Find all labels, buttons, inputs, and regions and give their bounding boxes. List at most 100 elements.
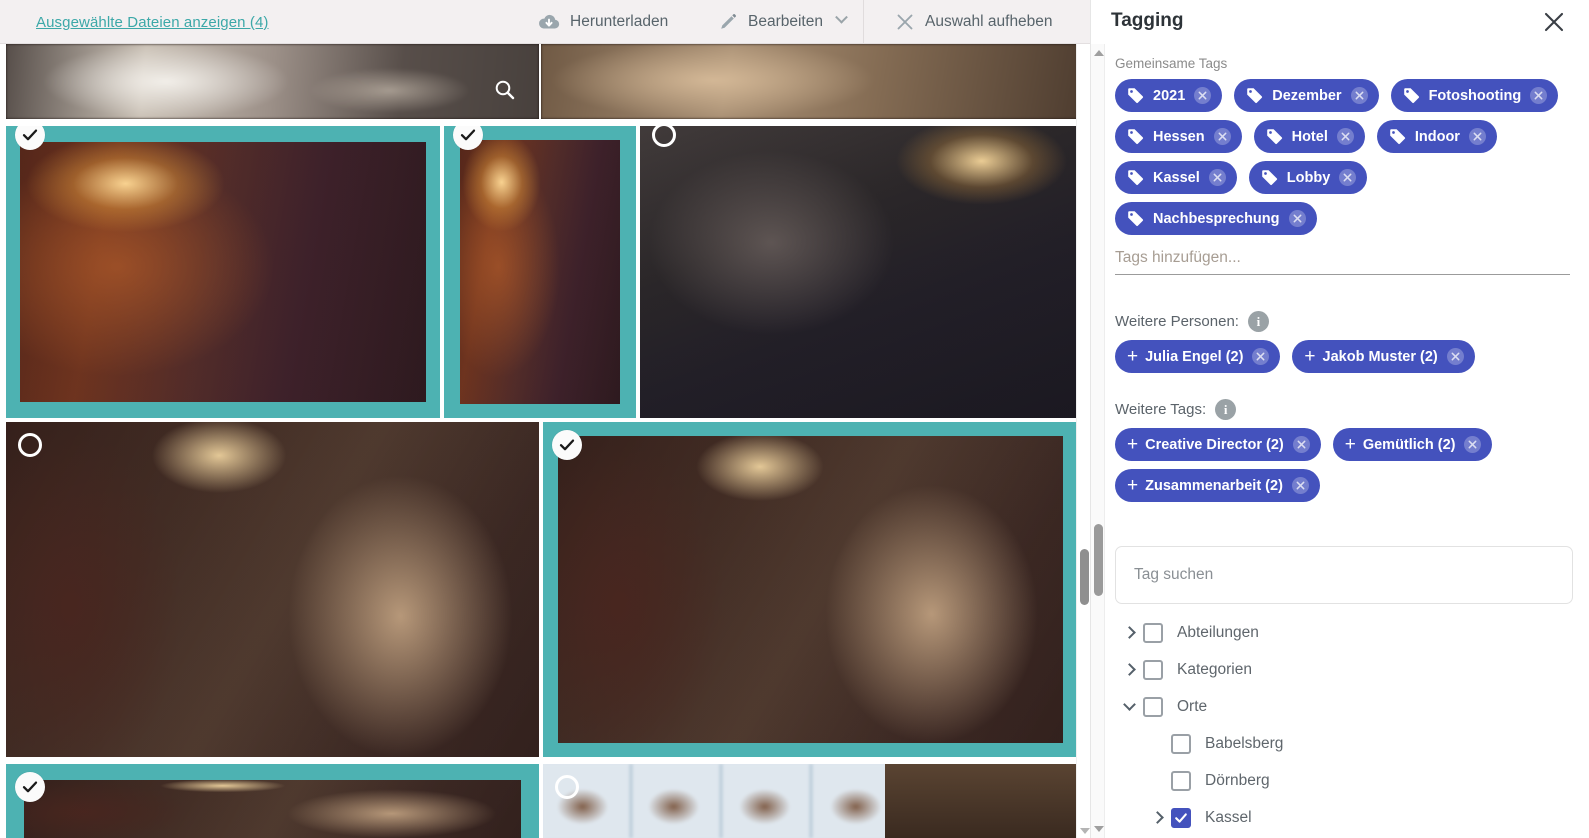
tree-node[interactable]: Abteilungen [1115,614,1570,651]
tree-checkbox-unchecked[interactable] [1143,622,1163,643]
tag-pill[interactable]: Dezember [1234,79,1379,112]
grid-item-selected[interactable] [444,126,636,418]
close-panel-button[interactable] [1539,7,1569,37]
tag-pill[interactable]: Lobby [1248,161,1368,194]
chevron-down-icon[interactable] [1115,698,1143,713]
download-button[interactable]: Herunterladen [520,0,686,43]
suggested-tag-pill[interactable]: + Creative Director (2) [1115,428,1321,461]
remove-x-icon[interactable] [1292,436,1310,453]
circle-outline-icon [652,126,676,147]
chevron-right-icon[interactable] [1115,626,1143,639]
remove-x-icon[interactable] [1468,128,1486,145]
remove-x-icon[interactable] [1288,210,1306,227]
grid-scrollbar-thumb[interactable] [1080,549,1089,605]
tree-node[interactable]: Babelsberg [1115,725,1570,762]
tag-label: 2021 [1153,87,1186,104]
grid-item[interactable] [6,422,539,757]
selection-checkbox-checked[interactable] [552,430,582,460]
tag-pill[interactable]: Nachbesprechung [1115,202,1317,235]
remove-x-icon[interactable] [1336,128,1354,145]
remove-x-icon[interactable] [1530,87,1548,104]
edit-label: Bearbeiten [748,12,823,30]
magnifier-icon[interactable] [493,78,517,107]
remove-x-icon[interactable] [1252,348,1270,365]
cloud-download-icon [538,13,560,31]
panel-scrollbar-thumb[interactable] [1094,524,1103,596]
suggested-tag-pill[interactable]: + Jakob Muster (2) [1292,340,1475,373]
selection-toolbar: Ausgewählte Dateien anzeigen (4) Herunte… [0,0,1090,44]
tag-tree: Abteilungen Kategorien Orte Babelsberg Dörnb… [1115,614,1570,836]
remove-x-icon[interactable] [1194,87,1212,104]
tag-label: Hessen [1153,128,1205,145]
remove-x-icon[interactable] [1350,87,1368,104]
grid-item[interactable] [640,126,1076,418]
deselect-label: Auswahl aufheben [925,12,1053,30]
add-tags-input[interactable]: Tags hinzufügen... [1115,249,1570,275]
grid-item-selected[interactable] [543,422,1076,757]
tagging-app: Ausgewählte Dateien anzeigen (4) Herunte… [0,0,1589,838]
chevron-right-icon[interactable] [1115,663,1143,676]
panel-content: Gemeinsame Tags 2021 Dezember Fotoshooting… [1107,44,1589,838]
tree-node[interactable]: Orte [1115,688,1570,725]
grid-item-selected[interactable] [6,764,539,838]
info-icon[interactable]: i [1247,311,1269,332]
remove-x-icon[interactable] [1291,477,1309,494]
chevron-down-icon[interactable] [835,10,848,24]
grid-item-selected[interactable] [6,126,440,418]
tag-pill[interactable]: Hotel [1253,120,1365,153]
scroll-up-arrow-icon[interactable] [1094,50,1104,56]
panel-scrollbar[interactable] [1091,44,1105,838]
thumbnail-image [20,142,426,402]
grid-item[interactable] [543,764,1076,838]
remove-x-icon[interactable] [1446,348,1464,365]
suggested-tag-pill[interactable]: + Gemütlich (2) [1332,428,1493,461]
scroll-down-arrow-icon[interactable] [1094,826,1104,832]
circle-outline-icon [18,433,42,457]
thumbnail-image [6,422,539,757]
grid-scrollbar[interactable] [1076,44,1090,838]
suggested-tag-pill[interactable]: + Zusammenarbeit (2) [1115,469,1320,502]
tree-checkbox-unchecked[interactable] [1171,733,1191,754]
tag-icon [1127,169,1144,186]
tree-checkbox-checked[interactable] [1171,807,1191,828]
grid-item[interactable] [6,44,539,119]
tag-pill[interactable]: 2021 [1115,79,1223,112]
panel-title: Tagging [1111,10,1184,31]
circle-outline-icon [555,775,579,799]
remove-x-icon[interactable] [1464,436,1482,453]
edit-button[interactable]: Bearbeiten [700,0,864,43]
tag-pill[interactable]: Indoor [1376,120,1497,153]
tag-icon [1261,169,1278,186]
thumbnail-image [460,140,620,404]
tree-node[interactable]: Kassel [1115,799,1570,836]
tree-checkbox-unchecked[interactable] [1143,696,1163,717]
selection-checkbox-checked[interactable] [15,772,45,802]
remove-x-icon[interactable] [1208,169,1226,186]
tag-pill[interactable]: Kassel [1115,161,1237,194]
image-grid[interactable] [0,44,1076,838]
tag-label: Julia Engel (2) [1145,348,1244,365]
info-icon[interactable]: i [1215,399,1237,420]
remove-x-icon[interactable] [1213,128,1231,145]
selection-checkbox-unchecked[interactable] [552,772,582,802]
tag-search-input[interactable]: Tag suchen [1115,546,1573,604]
tag-pill[interactable]: Fotoshooting [1390,79,1559,112]
tag-label: Dezember [1272,87,1342,104]
tag-pill[interactable]: Hessen [1115,120,1242,153]
deselect-button[interactable]: Auswahl aufheben [877,0,1071,43]
tree-node-label: Kassel [1205,808,1252,826]
tree-checkbox-unchecked[interactable] [1171,770,1191,791]
selection-checkbox-unchecked[interactable] [15,430,45,460]
grid-item[interactable] [541,44,1076,119]
scroll-down-arrow-icon[interactable] [1080,828,1090,834]
show-selected-files-link[interactable]: Ausgewählte Dateien anzeigen (4) [36,14,269,31]
remove-x-icon[interactable] [1339,169,1357,186]
chevron-right-icon[interactable] [1143,811,1171,824]
tree-node[interactable]: Dörnberg [1115,762,1570,799]
tag-label: Gemütlich (2) [1362,436,1456,453]
tree-checkbox-unchecked[interactable] [1143,659,1163,680]
tree-node[interactable]: Kategorien [1115,651,1570,688]
suggested-tag-pill[interactable]: + Julia Engel (2) [1115,340,1281,373]
tag-label: Creative Director (2) [1145,436,1284,453]
common-tags-list: 2021 Dezember Fotoshooting Hessen Hotel Indoo… [1115,79,1570,235]
